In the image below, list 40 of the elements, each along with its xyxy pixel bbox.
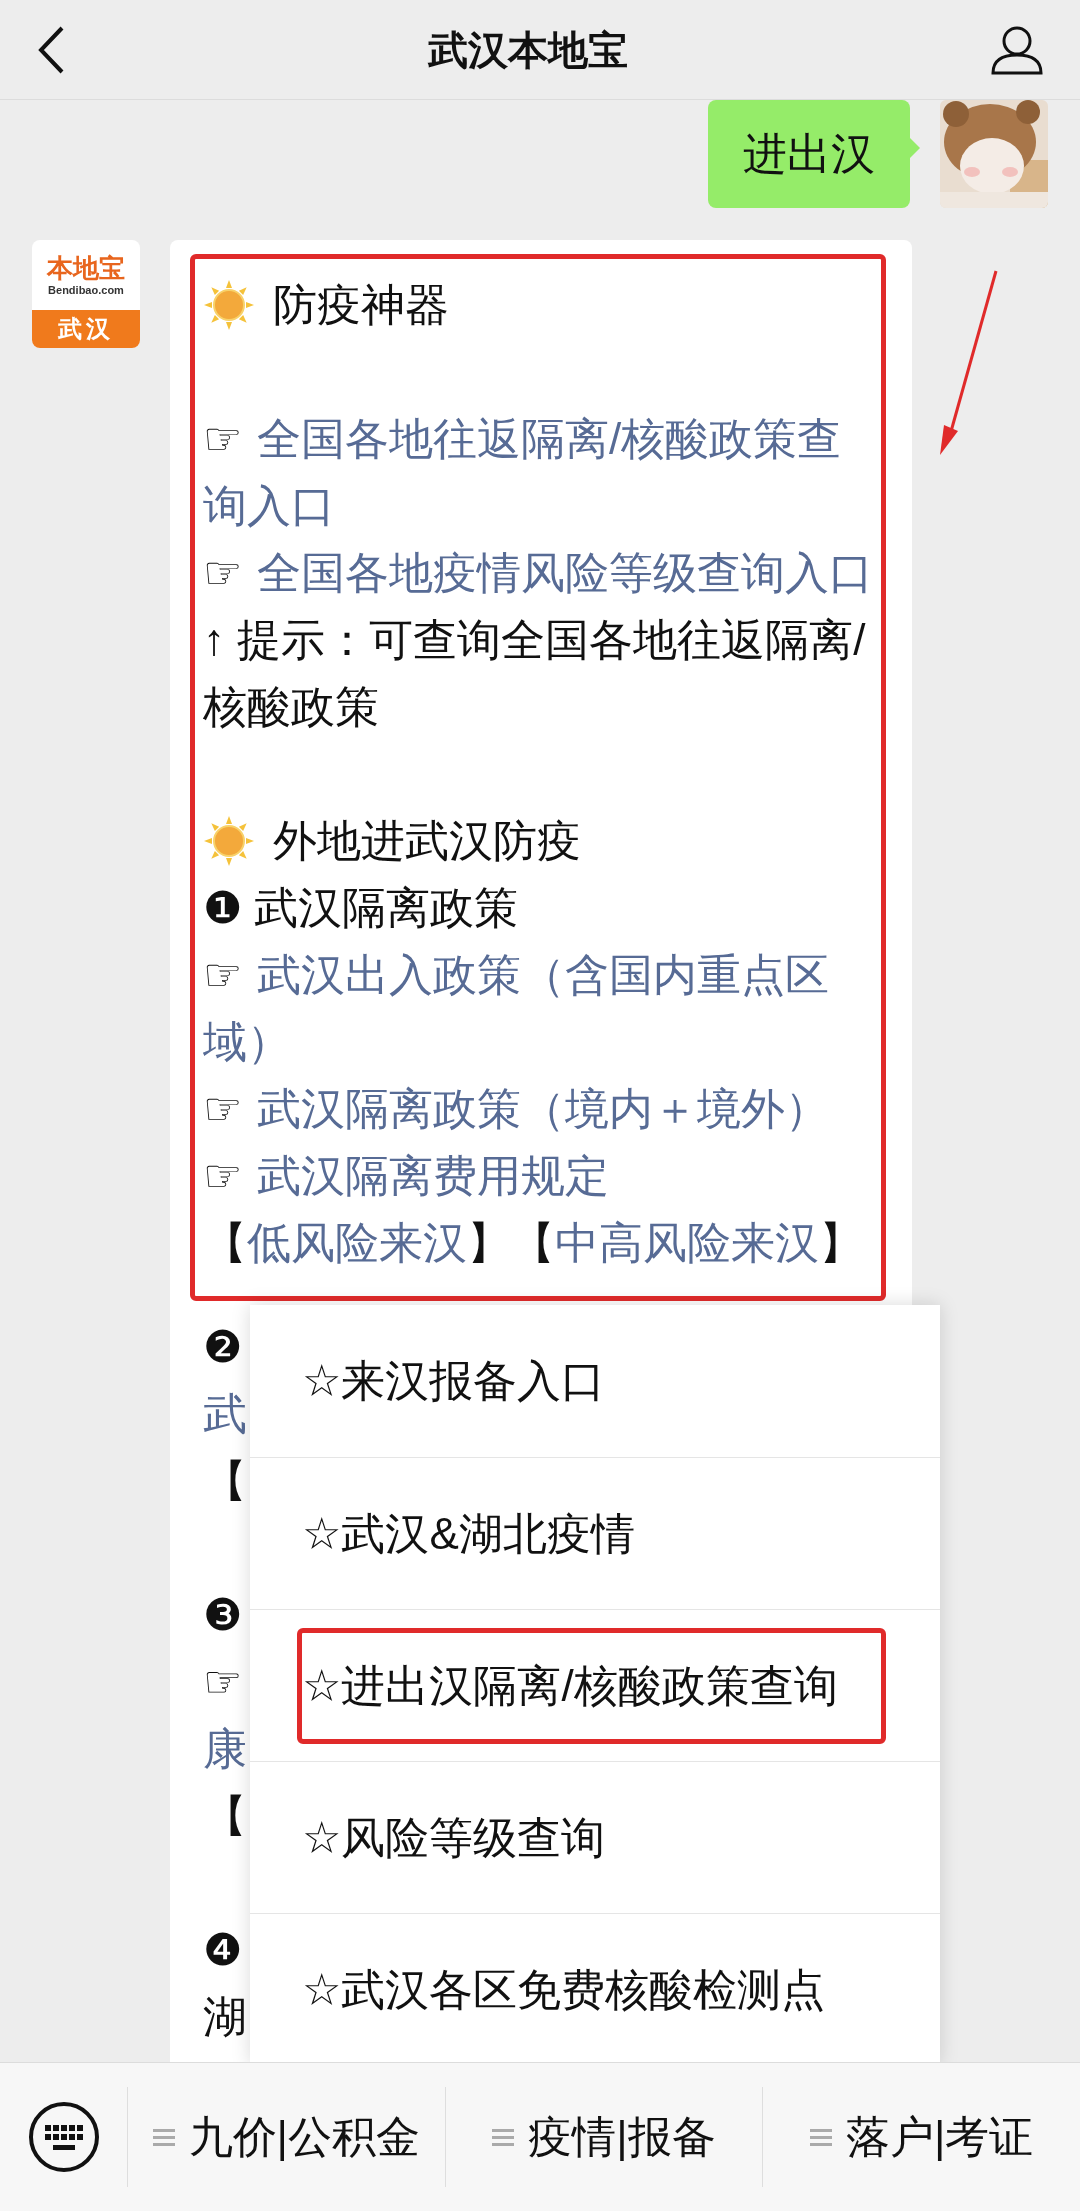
sun-icon [203,814,255,867]
tag-link[interactable]: 【低风险来汉】 [203,1209,511,1276]
section-heading: 防疫神器 [273,279,449,331]
policy-link[interactable]: ☞ 武汉出入政策（含国内重点区域） [203,941,878,1075]
menu-lines-icon [152,2126,175,2148]
bottom-menu-button[interactable]: 疫情|报备 [444,2087,763,2187]
policy-link[interactable]: ☞ 武汉隔离费用规定 [203,1142,878,1209]
policy-link[interactable]: ☞ 全国各地往返隔离/核酸政策查询入口 [203,405,878,539]
message-text: 湖 [203,1992,247,2041]
logo-city: 武汉 [58,314,114,344]
logo-domain: Bendibao.com [48,284,124,296]
chat-title: 武汉本地宝 [428,26,628,74]
policy-link[interactable]: 康 [203,1715,250,1782]
message-text: 【 [203,1791,247,1840]
logo-name: 本地宝 [47,254,125,281]
menu-item[interactable]: ☆武汉&湖北疫情 [297,1475,886,1592]
menu-item[interactable]: ☆来汉报备入口 [297,1323,886,1439]
bottom-menu-button[interactable]: 落户|考证 [762,2087,1080,2187]
menu-item[interactable]: ☆武汉各区免费核酸检测点 [297,1931,886,2048]
bottom-menu-button[interactable]: 九价|公积金 [127,2087,445,2187]
message-text: ❶ 武汉隔离政策 [203,883,519,932]
menu-item[interactable]: ☆风险等级查询 [297,1779,886,1896]
message-text: 【 [203,1456,247,1505]
menu-lines-icon [809,2126,832,2148]
back-icon[interactable] [36,24,66,75]
policy-link[interactable]: 武 [203,1380,250,1447]
menu-item[interactable]: ☆进出汉隔离/核酸政策查询 [297,1627,886,1744]
section-heading: 外地进武汉防疫 [273,815,581,867]
message-text: ❸ [203,1590,242,1639]
message-text: ❹ [203,1925,242,1974]
tag-link[interactable]: 【中高风险来汉】 [511,1209,863,1276]
sun-icon [203,278,255,331]
message-text: ❷ [203,1322,242,1371]
keyboard-icon[interactable] [27,2101,100,2173]
message-text: ↑ 提示：可查询全国各地往返隔离/核酸政策 [203,615,866,731]
menu-lines-icon [492,2126,515,2148]
policy-link[interactable]: ☞ 武汉隔离政策（境内＋境外） [203,1075,878,1142]
person-icon[interactable] [990,24,1044,75]
policy-link[interactable]: ☞ 全国各地疫情风险等级查询入口 [203,539,878,606]
message-text: ☞ [203,1657,242,1706]
